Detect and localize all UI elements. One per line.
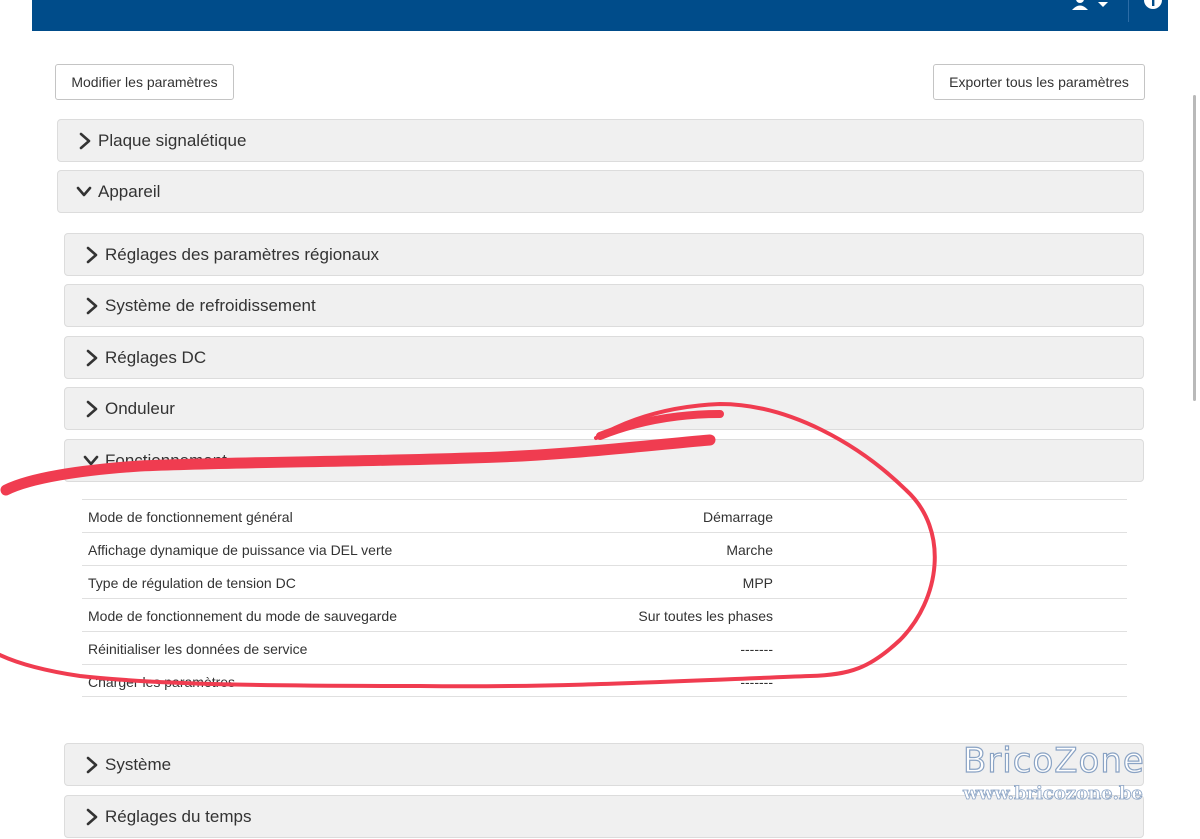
- watermark-url: www.bricozone.be: [963, 783, 1144, 805]
- chevron-right-icon: [79, 132, 91, 150]
- modify-settings-button[interactable]: Modifier les paramètres: [55, 64, 234, 100]
- section-label: Réglages DC: [105, 348, 207, 367]
- chevron-right-icon: [86, 297, 98, 315]
- parameter-value: -------: [740, 674, 773, 690]
- help-icon: [1144, 0, 1178, 9]
- section-label: Système de refroidissement: [105, 296, 316, 315]
- section-regional-settings[interactable]: Réglages des paramètres régionaux: [64, 233, 1144, 276]
- table-row[interactable]: Type de régulation de tension DC MPP: [82, 565, 1127, 598]
- section-dc-settings[interactable]: Réglages DC: [64, 336, 1144, 379]
- parameter-value: MPP: [742, 575, 773, 591]
- section-label: Appareil: [98, 182, 161, 201]
- parameter-name: Mode de fonctionnement général: [88, 509, 293, 525]
- table-row[interactable]: Mode de fonctionnement du mode de sauveg…: [82, 598, 1127, 631]
- table-row[interactable]: Réinitialiser les données de service ---…: [82, 631, 1127, 664]
- parameter-value: Sur toutes les phases: [638, 608, 773, 624]
- parameter-value: Démarrage: [702, 509, 773, 525]
- parameter-value: Marche: [726, 542, 773, 558]
- table-row[interactable]: Mode de fonctionnement général Démarrage: [82, 499, 1127, 532]
- section-label: Réglages des paramètres régionaux: [105, 245, 380, 264]
- section-label: Fonctionnement: [105, 451, 227, 470]
- user-menu[interactable]: [1068, 0, 1118, 12]
- parameter-name: Type de régulation de tension DC: [88, 575, 296, 591]
- section-inverter[interactable]: Onduleur: [64, 387, 1144, 430]
- parameter-name: Charger les paramètres: [88, 674, 236, 690]
- watermark-brand: BricoZone: [962, 741, 1145, 781]
- table-row[interactable]: Affichage dynamique de puissance via DEL…: [82, 532, 1127, 565]
- parameter-value: -------: [740, 641, 773, 657]
- parameter-name: Affichage dynamique de puissance via DEL…: [88, 542, 393, 558]
- section-label: Onduleur: [105, 399, 175, 418]
- operation-parameter-table: Mode de fonctionnement général Démarrage…: [82, 499, 1127, 697]
- help-menu[interactable]: [1142, 0, 1188, 12]
- chevron-right-icon: [86, 349, 98, 367]
- parameter-name: Réinitialiser les données de service: [88, 641, 308, 657]
- caret-down-icon: [1098, 2, 1108, 7]
- chevron-down-icon: [76, 186, 92, 197]
- export-all-settings-button[interactable]: Exporter tous les paramètres: [933, 64, 1145, 100]
- chevron-right-icon: [86, 400, 98, 418]
- top-navigation-bar: [32, 0, 1178, 31]
- menu-divider: [1128, 0, 1129, 22]
- user-icon: [1072, 0, 1108, 10]
- scrollbar-thumb[interactable]: [1193, 95, 1196, 401]
- section-label: Plaque signalétique: [98, 131, 247, 150]
- section-device[interactable]: Appareil: [57, 170, 1144, 213]
- parameter-name: Mode de fonctionnement du mode de sauveg…: [88, 608, 397, 624]
- section-cooling-system[interactable]: Système de refroidissement: [64, 284, 1144, 327]
- caret-down-icon: [1168, 2, 1178, 7]
- section-label: Réglages du temps: [105, 807, 252, 826]
- section-nameplate[interactable]: Plaque signalétique: [57, 119, 1144, 162]
- chevron-right-icon: [86, 246, 98, 264]
- chevron-right-icon: [86, 756, 98, 774]
- chevron-right-icon: [86, 808, 98, 826]
- section-operation[interactable]: Fonctionnement: [64, 439, 1144, 482]
- table-row[interactable]: Charger les paramètres -------: [82, 664, 1127, 697]
- bricozone-watermark: BricoZone www.bricozone.be: [962, 741, 1153, 812]
- section-label: Système: [105, 755, 172, 774]
- chevron-down-icon: [83, 455, 99, 466]
